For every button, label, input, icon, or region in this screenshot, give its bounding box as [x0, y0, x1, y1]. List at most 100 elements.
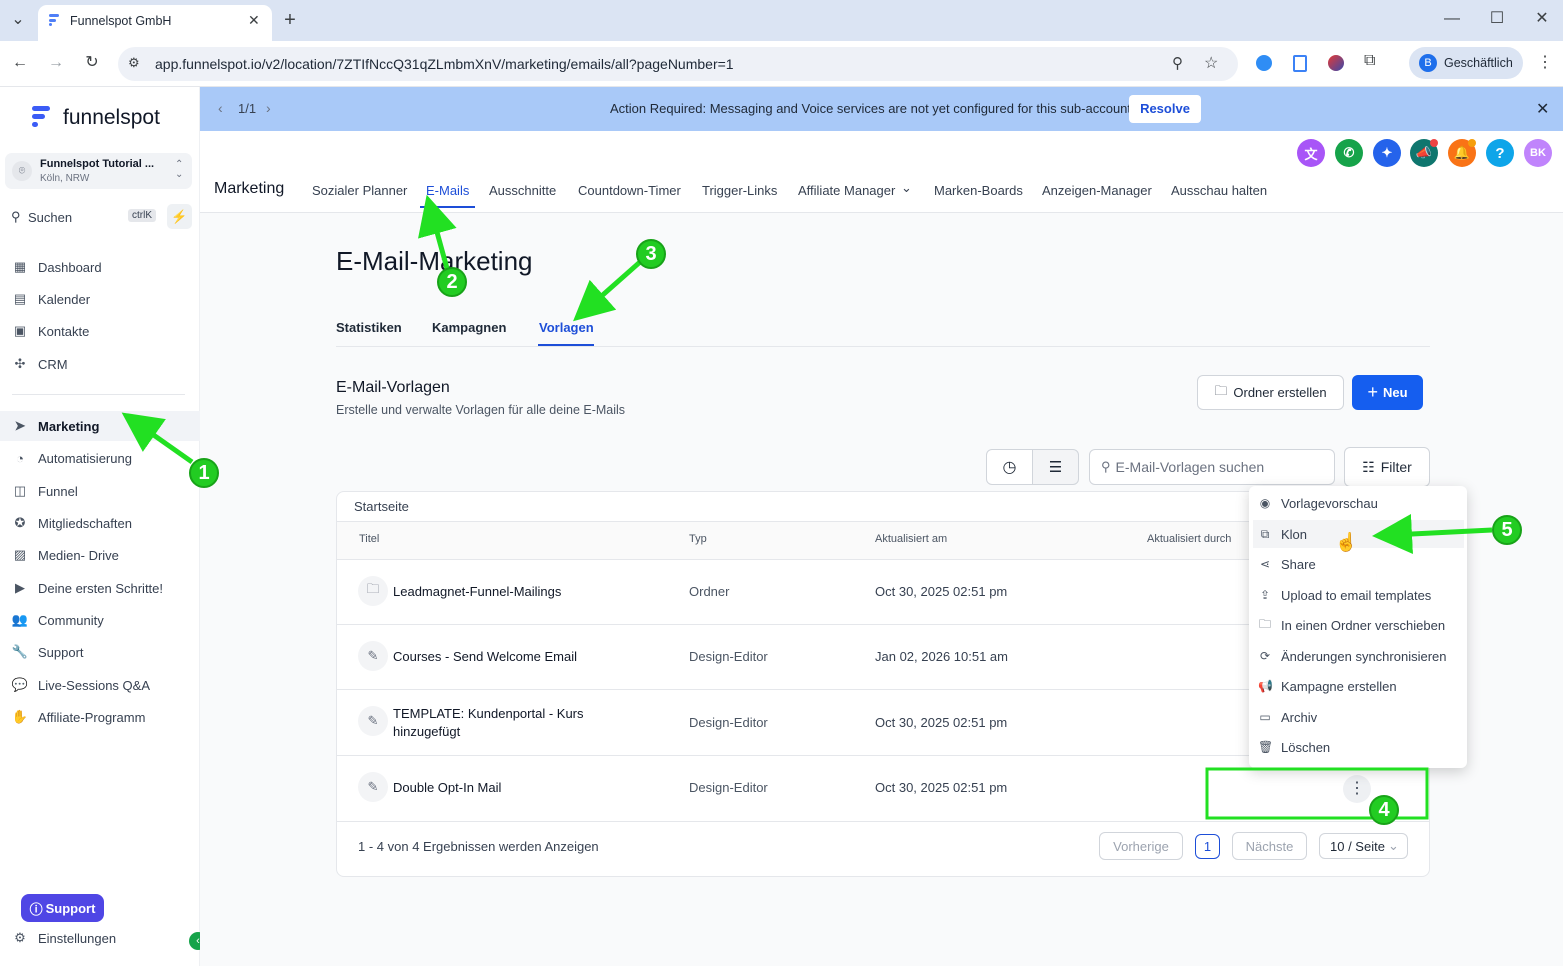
page-1-button[interactable]: 1 — [1195, 834, 1220, 859]
search-icon: ⚲ — [1101, 459, 1111, 474]
template-search-input[interactable]: ⚲ E-Mail-Vorlagen suchen — [1089, 449, 1335, 485]
ai-sparkle-icon[interactable]: ✦ — [1373, 139, 1401, 167]
phone-icon[interactable]: ✆ — [1335, 139, 1363, 167]
column-header-aktualisiert-durch[interactable]: Aktualisiert durch — [1147, 533, 1231, 545]
bookmark-star-icon[interactable]: ☆ — [1204, 53, 1218, 73]
sidebar-item-funnel[interactable]: ◫ Funnel — [0, 476, 200, 506]
close-tab-icon[interactable]: ✕ — [248, 12, 260, 29]
omnibox[interactable]: ⚙ app.funnelspot.io/v2/location/7ZTIfNcc… — [118, 47, 1238, 81]
url-text[interactable]: app.funnelspot.io/v2/location/7ZTIfNccQ3… — [155, 56, 734, 72]
tab-vorlagen[interactable]: Vorlagen — [539, 320, 594, 335]
nav-countdown-timer[interactable]: Countdown-Timer — [578, 183, 681, 198]
sidebar-item-marketing[interactable]: ➤ Marketing — [0, 411, 200, 441]
sidebar-item-crm[interactable]: ✣ CRM — [0, 349, 200, 379]
account-switcher[interactable]: ⌾ Funnelspot Tutorial ... Köln, NRW ⌃ ⌄ — [5, 153, 192, 189]
sidebar-item-automatisierung[interactable]: ◔ Automatisierung — [0, 443, 200, 473]
nav-anzeigen-manager[interactable]: Anzeigen-Manager — [1042, 183, 1152, 198]
recent-view-button[interactable]: ◷ — [986, 449, 1033, 485]
menu-item-share[interactable]: ⋖ Share — [1249, 550, 1467, 578]
sidebar-item-live-sessions[interactable]: 💬 Live-Sessions Q&A — [0, 670, 200, 700]
banner-next-icon[interactable]: › — [266, 100, 271, 116]
nav-ausschnitte[interactable]: Ausschnitte — [489, 183, 556, 198]
back-icon[interactable]: ← — [8, 53, 32, 73]
row-title[interactable]: Courses - Send Welcome Email — [393, 648, 633, 666]
trash-icon: 🗑 — [1258, 740, 1274, 754]
translate-icon[interactable]: 文 — [1297, 139, 1325, 167]
new-tab-icon[interactable]: + — [278, 10, 302, 30]
chevron-down-icon[interactable]: ⌄ — [901, 180, 912, 196]
row-title[interactable]: TEMPLATE: Kundenportal - Kurs hinzugefüg… — [393, 705, 633, 741]
row-title[interactable]: Leadmagnet-Funnel-Mailings — [393, 583, 633, 601]
next-page-button[interactable]: Nächste — [1232, 832, 1307, 860]
quick-action-bolt-icon[interactable]: ⚡ — [167, 204, 192, 229]
column-header-titel[interactable]: Titel — [359, 533, 379, 545]
site-info-icon[interactable]: ⚙ — [128, 55, 140, 71]
nav-ausschau-halten[interactable]: Ausschau halten — [1171, 183, 1267, 198]
sidebar-item-support[interactable]: 🔧 Support — [0, 637, 200, 667]
forward-icon[interactable]: → — [44, 53, 68, 73]
search-placeholder: E-Mail-Vorlagen suchen — [1115, 459, 1265, 475]
sidebar-search[interactable]: ⚲ Suchen ctrlK — [5, 204, 160, 230]
menu-item-archiv[interactable]: ▭ Archiv — [1249, 703, 1467, 731]
menu-item-loeschen[interactable]: 🗑 Löschen — [1249, 733, 1467, 761]
nav-trigger-links[interactable]: Trigger-Links — [702, 183, 777, 198]
extension-3-icon[interactable] — [1328, 55, 1344, 71]
resolve-button[interactable]: Resolve — [1129, 95, 1201, 123]
sidebar-item-medien[interactable]: ▨ Medien- Drive — [0, 540, 200, 570]
banner-prev-icon[interactable]: ‹ — [218, 100, 223, 116]
sidebar-item-community[interactable]: 👥 Community — [0, 605, 200, 635]
nav-sozialer-planner[interactable]: Sozialer Planner — [312, 183, 407, 198]
extension-1-icon[interactable] — [1256, 55, 1272, 71]
extensions-puzzle-icon[interactable]: ⧉ — [1364, 52, 1375, 70]
nav-marken-boards[interactable]: Marken-Boards — [934, 183, 1023, 198]
tab-kampagnen[interactable]: Kampagnen — [432, 320, 506, 335]
column-header-aktualisiert-am[interactable]: Aktualisiert am — [875, 533, 947, 545]
zoom-icon[interactable]: ⚲ — [1172, 54, 1183, 72]
nav-emails[interactable]: E-Mails — [426, 183, 469, 198]
browser-menu-icon[interactable]: ⋮ — [1533, 53, 1557, 73]
tab-search-chevron-icon[interactable]: ⌄ — [6, 10, 30, 30]
row-actions-kebab-icon[interactable]: ⋮ — [1343, 775, 1371, 803]
sidebar-item-mitgliedschaften[interactable]: ✪ Mitgliedschaften — [0, 508, 200, 538]
user-avatar[interactable]: BK — [1524, 139, 1552, 167]
minimize-icon[interactable]: — — [1440, 9, 1464, 29]
create-folder-button[interactable]: 🗀 Ordner erstellen — [1197, 375, 1344, 410]
share-icon: ⋖ — [1259, 557, 1271, 571]
page-size-select[interactable]: 10 / Seite ⌄ — [1319, 833, 1408, 859]
menu-item-label: Änderungen synchronisieren — [1281, 648, 1447, 664]
profile-chip[interactable]: B Geschäftlich — [1409, 47, 1523, 79]
menu-item-klon[interactable]: ⧉ Klon — [1253, 520, 1464, 548]
sidebar-item-kontakte[interactable]: ▣ Kontakte — [0, 316, 200, 346]
maximize-icon[interactable]: ☐ — [1485, 9, 1509, 29]
announcement-icon[interactable]: 📣 — [1410, 139, 1438, 167]
sidebar-item-kalender[interactable]: ▤ Kalender — [0, 284, 200, 314]
menu-item-create-campaign[interactable]: 📢 Kampagne erstellen — [1249, 672, 1467, 700]
support-widget-button[interactable]: ⓘ Support — [21, 894, 104, 922]
bell-icon[interactable]: 🔔 — [1448, 139, 1476, 167]
menu-item-sync[interactable]: ⟳ Änderungen synchronisieren — [1249, 642, 1467, 670]
menu-item-vorlagevorschau[interactable]: ◉ Vorlagevorschau — [1249, 489, 1467, 517]
tab-statistiken[interactable]: Statistiken — [336, 320, 402, 335]
breadcrumb[interactable]: Startseite — [354, 499, 409, 514]
column-header-typ[interactable]: Typ — [689, 533, 707, 545]
nav-affiliate-manager[interactable]: Affiliate Manager — [798, 183, 895, 198]
reload-icon[interactable]: ↻ — [80, 53, 104, 73]
new-template-button[interactable]: + Neu — [1352, 375, 1423, 410]
menu-item-upload[interactable]: ⇪ Upload to email templates — [1249, 581, 1467, 609]
browser-tab[interactable]: Funnelspot GmbH ✕ — [38, 5, 272, 41]
menu-item-move-folder[interactable]: 🗀 In einen Ordner verschieben — [1249, 611, 1467, 639]
sidebar-item-dashboard[interactable]: ▦ Dashboard — [0, 252, 200, 282]
row-title[interactable]: Double Opt-In Mail — [393, 779, 633, 797]
prev-page-button[interactable]: Vorherige — [1099, 832, 1183, 860]
extension-2-icon[interactable] — [1293, 55, 1307, 72]
filter-button[interactable]: ☷ Filter — [1344, 447, 1430, 487]
close-banner-icon[interactable]: ✕ — [1536, 99, 1549, 119]
help-icon[interactable]: ? — [1486, 139, 1514, 167]
sidebar-item-einstellungen[interactable]: ⚙ Einstellungen — [0, 923, 200, 953]
sidebar-item-affiliate[interactable]: ✋ Affiliate-Programm — [0, 702, 200, 732]
list-view-button[interactable]: ☰ — [1032, 449, 1079, 485]
sidebar-item-erste-schritte[interactable]: ▶ Deine ersten Schritte! — [0, 573, 200, 603]
close-window-icon[interactable]: ✕ — [1530, 9, 1554, 29]
page-size-value: 10 / Seite — [1330, 838, 1385, 854]
notification-dot — [1468, 139, 1476, 147]
